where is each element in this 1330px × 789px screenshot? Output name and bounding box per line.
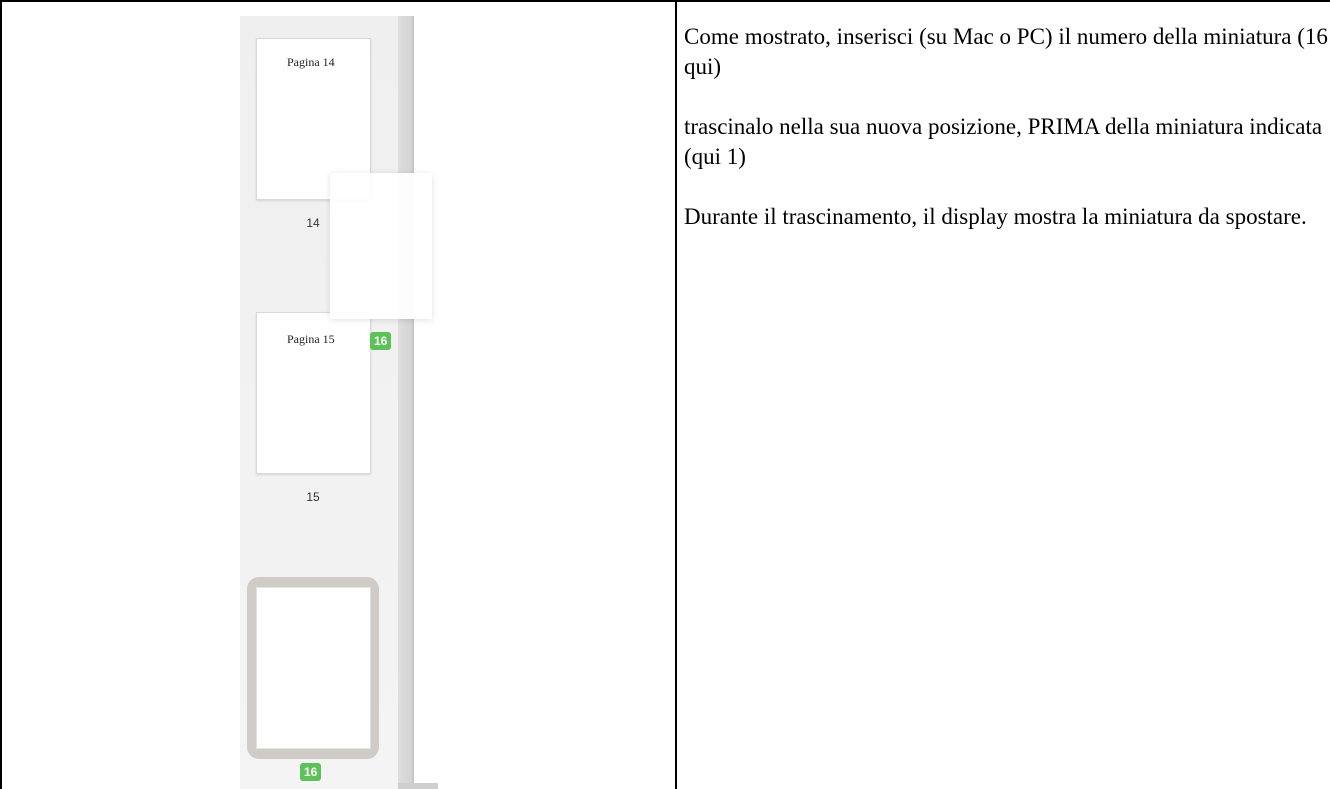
sidebar-footer-strip	[398, 783, 438, 789]
thumbnail-number: 15	[306, 490, 320, 504]
table-border-top	[0, 0, 1330, 2]
thumbnail-caption: Pagina 14	[287, 55, 335, 69]
page-thumbnail-16[interactable]	[256, 587, 371, 749]
document-frame: Pagina 14 14 Pagina 15 15 16 16 Come mos…	[0, 0, 1330, 789]
instruction-paragraph: Durante il trascinamento, il display mos…	[684, 204, 1307, 229]
drag-count-badge: 16	[370, 332, 392, 350]
table-border-left	[0, 0, 2, 789]
instruction-paragraph: Come mostrato, inserisci (su Mac o PC) i…	[684, 24, 1328, 79]
thumbnail-caption: Pagina 15	[287, 332, 335, 346]
page-thumbnail-15[interactable]: Pagina 15	[256, 312, 371, 474]
table-column-divider	[675, 0, 677, 789]
instruction-paragraph: trascinalo nella sua nuova posizione, PR…	[684, 114, 1323, 169]
instructions-text: Come mostrato, inserisci (su Mac o PC) i…	[684, 22, 1330, 262]
sidebar-edge	[412, 16, 414, 789]
thumbnail-number: 14	[306, 216, 320, 230]
dragged-page-ghost[interactable]	[330, 173, 432, 319]
thumbnail-number-badge: 16	[300, 763, 322, 781]
sidebar-scrollbar[interactable]	[398, 16, 412, 789]
